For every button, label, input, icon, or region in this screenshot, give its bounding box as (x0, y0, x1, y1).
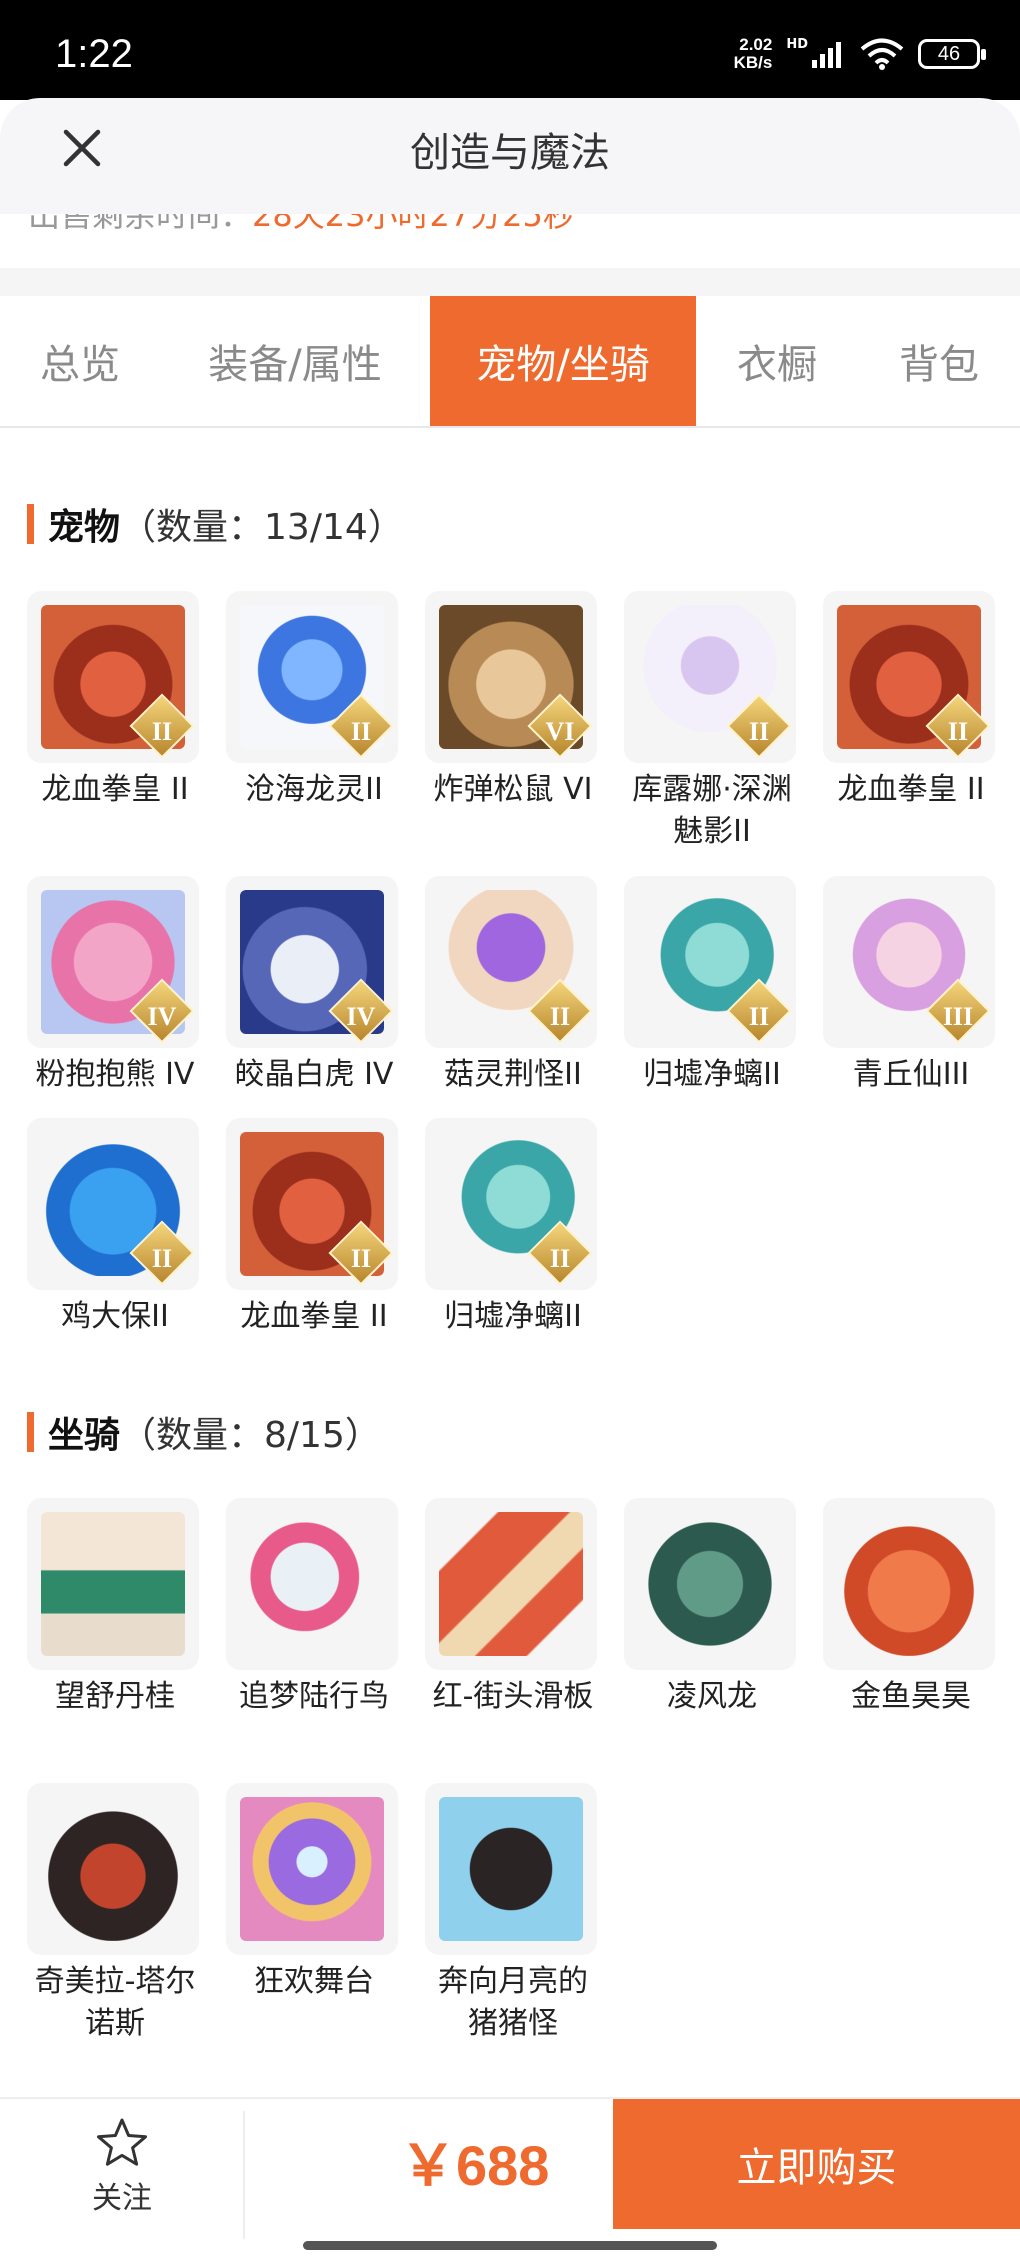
pet-item[interactable]: III 青丘仙III (823, 876, 999, 1096)
mounts-count: （数量：8/15） (120, 1415, 381, 1456)
mount-name: 红-街头滑板 (432, 1679, 594, 1714)
mount-item[interactable]: 追梦陆行鸟 (226, 1498, 402, 1718)
pet-item[interactable]: II 鸡大保II (27, 1118, 203, 1338)
buy-now-button[interactable]: 立即购买 (613, 2099, 1020, 2229)
pet-item[interactable]: II 菇灵荆怪II (425, 876, 601, 1096)
goldfish-icon (837, 1512, 981, 1656)
tab-equipment[interactable]: 装备/属性 (160, 296, 430, 426)
mount-item[interactable]: 红-街头滑板 (425, 1498, 601, 1718)
pet-item[interactable]: IV 粉抱抱熊 IV (27, 876, 203, 1096)
status-indicators: 2.02 KB/s HD 46 (733, 35, 986, 72)
mount-name: 狂欢舞台 (254, 1964, 374, 1999)
pet-name: 粉抱抱熊 IV (35, 1057, 195, 1092)
pet-item[interactable]: II 龙血拳皇 II (27, 591, 203, 811)
section-accent-bar (27, 1412, 34, 1452)
mount-name: 追梦陆行鸟 (239, 1679, 389, 1714)
mount-item[interactable]: 狂欢舞台 (226, 1783, 402, 2003)
pet-item[interactable]: II 龙血拳皇 II (823, 591, 999, 811)
mount-item[interactable]: 望舒丹桂 (27, 1498, 203, 1718)
pet-name: 鸡大保II (61, 1299, 169, 1334)
chimera-icon (41, 1797, 185, 1941)
pet-name: 归墟净螭II (444, 1299, 582, 1334)
status-bar: 1:22 2.02 KB/s HD 46 (0, 0, 1020, 100)
tab-overview[interactable]: 总览 (0, 296, 160, 426)
bottom-action-bar: 关注 ￥688 立即购买 (0, 2097, 1020, 2239)
hd-indicator: HD (786, 36, 808, 52)
tab-pets-mounts[interactable]: 宠物/坐骑 (430, 296, 696, 426)
section-separator (0, 268, 1020, 296)
pet-name: 龙血拳皇 II (837, 772, 985, 807)
pet-item[interactable]: II 沧海龙灵II (226, 591, 402, 811)
pet-item[interactable]: VI 炸弹松鼠 VI (425, 591, 601, 811)
white-bird-headphones-icon (240, 1512, 384, 1656)
star-icon (97, 2118, 147, 2166)
battery-icon: 46 (918, 39, 986, 69)
mounts-title: 坐骑 (48, 1415, 121, 1456)
carnival-stage-icon (240, 1797, 384, 1941)
page-title: 创造与魔法 (410, 130, 610, 176)
home-indicator[interactable] (303, 2241, 717, 2250)
mount-item[interactable]: 奇美拉-塔尔诺斯 (27, 1783, 203, 2045)
tab-wardrobe[interactable]: 衣橱 (696, 296, 858, 426)
pet-name: 龙血拳皇 II (240, 1299, 388, 1334)
pet-name: 青丘仙III (852, 1057, 970, 1092)
mount-name: 凌风龙 (667, 1679, 757, 1714)
network-speed: 2.02 KB/s (733, 35, 773, 72)
green-dragon-icon (638, 1512, 782, 1656)
pet-name: 沧海龙灵II (245, 772, 383, 807)
wifi-icon (860, 38, 904, 70)
mount-item[interactable]: 金鱼昊昊 (823, 1498, 999, 1718)
mount-name: 奔向月亮的猪猪怪 (438, 1964, 588, 2041)
pet-item[interactable]: II 归墟净螭II (425, 1118, 601, 1338)
black-pig-icon (439, 1797, 583, 1941)
pet-name: 皎晶白虎 IV (234, 1057, 394, 1092)
follow-label: 关注 (92, 2181, 152, 2216)
pets-title: 宠物 (48, 507, 121, 548)
divider (243, 2111, 245, 2239)
follow-button[interactable]: 关注 (60, 2117, 184, 2217)
price: ￥688 (400, 2134, 550, 2197)
pet-name: 菇灵荆怪II (444, 1057, 582, 1092)
mount-item[interactable]: 奔向月亮的猪猪怪 (425, 1783, 601, 2045)
pet-item[interactable]: II 龙血拳皇 II (226, 1118, 402, 1338)
mounts-section-heading: 坐骑 （数量：8/15） (27, 1406, 381, 1458)
pet-item[interactable]: II 归墟净螭II (624, 876, 800, 1096)
tab-bar: 总览 装备/属性 宠物/坐骑 衣橱 背包 (0, 296, 1020, 428)
pet-name: 库露娜·深渊魅影II (632, 772, 792, 849)
page-header: 创造与魔法 (0, 98, 1020, 214)
tab-backpack[interactable]: 背包 (858, 296, 1020, 426)
signal-icon (812, 42, 841, 68)
pets-count: （数量：13/14） (120, 507, 404, 548)
pet-item[interactable]: IV 皎晶白虎 IV (226, 876, 402, 1096)
skateboard-icon (439, 1512, 583, 1656)
pet-name: 归墟净螭II (643, 1057, 781, 1092)
section-accent-bar (27, 504, 34, 544)
status-time: 1:22 (55, 32, 133, 76)
mount-item[interactable]: 凌风龙 (624, 1498, 800, 1718)
pets-section-heading: 宠物 （数量：13/14） (27, 498, 404, 550)
mount-name: 奇美拉-塔尔诺斯 (34, 1964, 196, 2041)
pet-item[interactable]: II 库露娜·深渊魅影II (624, 591, 800, 853)
pet-name: 龙血拳皇 II (41, 772, 189, 807)
pet-name: 炸弹松鼠 VI (433, 772, 593, 807)
swing-ride-icon (41, 1512, 185, 1656)
mount-name: 望舒丹桂 (55, 1679, 175, 1714)
mount-name: 金鱼昊昊 (851, 1679, 971, 1714)
